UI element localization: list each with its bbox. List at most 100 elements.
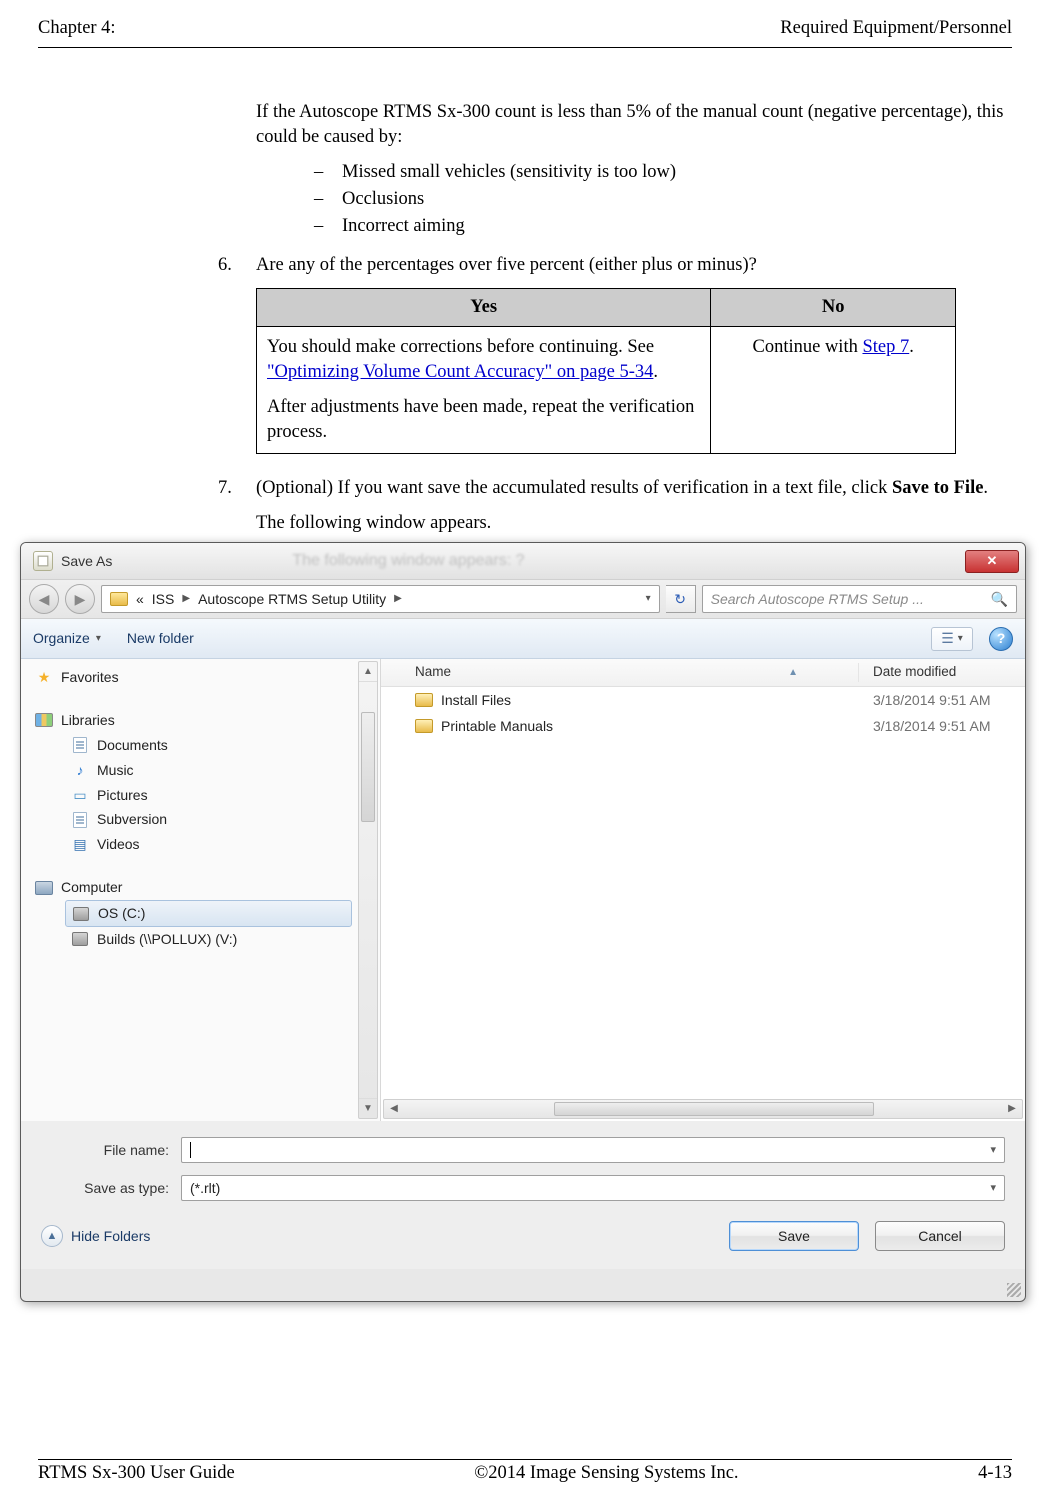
decision-table: Yes No You should make corrections befor…	[256, 288, 956, 454]
crumb-iss[interactable]: ISS	[152, 590, 175, 609]
breadcrumb[interactable]: « ISS ▶ Autoscope RTMS Setup Utility ▶ ▾	[101, 585, 660, 613]
address-bar: ◀ ▶ « ISS ▶ Autoscope RTMS Setup Utility…	[21, 579, 1025, 619]
header-left: Chapter 4:	[38, 16, 116, 41]
close-button[interactable]: ✕	[965, 550, 1019, 573]
nav-tree[interactable]: ★ Favorites Libraries Documents ♪Music ▭…	[21, 659, 381, 1121]
nav-back-button[interactable]: ◀	[29, 584, 59, 614]
chevron-down-icon: ▾	[96, 632, 101, 646]
tree-videos[interactable]: ▤Videos	[21, 832, 380, 857]
tree-music[interactable]: ♪Music	[21, 758, 380, 783]
videos-icon: ▤	[71, 837, 89, 853]
window-title: Save As	[61, 552, 112, 571]
intro-paragraph: If the Autoscope RTMS Sx-300 count is le…	[256, 100, 1012, 150]
save-button[interactable]: Save	[729, 1221, 859, 1251]
new-folder-button[interactable]: New folder	[127, 629, 194, 648]
save-fields: File name: ▾ Save as type: (*.rlt) ▾	[21, 1121, 1025, 1211]
sort-ascending-icon: ▲	[788, 666, 798, 680]
document-icon	[73, 737, 87, 753]
step-number: 6.	[218, 253, 256, 278]
refresh-button[interactable]: ↻	[666, 585, 696, 613]
chevron-down-icon[interactable]: ▾	[990, 1143, 996, 1158]
filename-label: File name:	[41, 1141, 181, 1160]
footer-left: RTMS Sx-300 User Guide	[38, 1461, 235, 1486]
step7-link[interactable]: Step 7	[862, 337, 909, 357]
search-icon: 🔍	[991, 590, 1008, 609]
col-name[interactable]: Name ▲	[381, 663, 859, 681]
th-no: No	[711, 288, 956, 326]
scroll-thumb[interactable]	[361, 712, 375, 822]
chevron-down-icon[interactable]: ▾	[646, 592, 651, 606]
cause-item: Incorrect aiming	[314, 214, 1012, 239]
optimizing-link[interactable]: "Optimizing Volume Count Accuracy" on pa…	[267, 362, 653, 382]
page-content: If the Autoscope RTMS Sx-300 count is le…	[38, 48, 1012, 536]
no-text-a: Continue with	[752, 337, 862, 357]
hide-folders-button[interactable]: ▲ Hide Folders	[41, 1225, 150, 1247]
tree-documents[interactable]: Documents	[21, 733, 380, 758]
computer-icon	[35, 881, 53, 895]
step-7: 7. (Optional) If you want save the accum…	[218, 476, 1012, 536]
th-yes: Yes	[257, 288, 711, 326]
tree-pictures[interactable]: ▭Pictures	[21, 783, 380, 808]
tree-favorites[interactable]: ★ Favorites	[21, 665, 380, 690]
file-list[interactable]: Name ▲ Date modified Install Files 3/18/…	[381, 659, 1025, 1121]
drive-icon	[73, 907, 89, 921]
pictures-icon: ▭	[71, 787, 89, 803]
step-number: 7.	[218, 476, 256, 501]
new-folder-label: New folder	[127, 629, 194, 648]
nav-forward-button[interactable]: ▶	[65, 584, 95, 614]
step-6: 6. Are any of the percentages over five …	[218, 253, 1012, 468]
document-icon	[73, 812, 87, 828]
titlebar[interactable]: Save As The following window appears: ? …	[21, 543, 1025, 579]
chevron-up-icon: ▲	[41, 1225, 63, 1247]
tree-subversion[interactable]: Subversion	[21, 807, 380, 832]
tree-libraries[interactable]: Libraries	[21, 708, 380, 733]
scroll-left-arrow[interactable]: ◀	[384, 1102, 404, 1116]
step7-a: (Optional) If you want save the accumula…	[256, 478, 892, 498]
crumb-utility[interactable]: Autoscope RTMS Setup Utility	[198, 590, 386, 609]
tree-builds[interactable]: Builds (\\POLLUX) (V:)	[21, 927, 380, 952]
music-icon: ♪	[71, 762, 89, 778]
page-header: Chapter 4: Required Equipment/Personnel	[38, 16, 1012, 41]
folder-icon	[415, 719, 433, 733]
cell-no: Continue with Step 7.	[711, 326, 956, 453]
save-as-dialog: Save As The following window appears: ? …	[20, 542, 1026, 1302]
scroll-up-arrow[interactable]: ▲	[359, 662, 377, 682]
chevron-down-icon[interactable]: ▾	[990, 1181, 996, 1196]
list-item[interactable]: Printable Manuals 3/18/2014 9:51 AM	[381, 713, 1025, 739]
organize-button[interactable]: Organize ▾	[33, 629, 101, 648]
resize-grip[interactable]	[1007, 1283, 1021, 1297]
col-date[interactable]: Date modified	[859, 663, 1025, 681]
scroll-thumb[interactable]	[554, 1102, 874, 1116]
file-icon	[33, 551, 53, 571]
search-input[interactable]: Search Autoscope RTMS Setup ... 🔍	[702, 585, 1017, 613]
cause-list: Missed small vehicles (sensitivity is to…	[256, 160, 1012, 239]
footer-right: 4-13	[978, 1461, 1012, 1486]
tree-os-c[interactable]: OS (C:)	[65, 900, 352, 927]
favorites-label: Favorites	[61, 668, 119, 687]
view-icon: ☰	[941, 629, 954, 648]
no-text-b: .	[909, 337, 914, 357]
button-bar: ▲ Hide Folders Save Cancel	[21, 1211, 1025, 1269]
list-item[interactable]: Install Files 3/18/2014 9:51 AM	[381, 687, 1025, 713]
cell-yes: You should make corrections before conti…	[257, 326, 711, 453]
cancel-button[interactable]: Cancel	[875, 1221, 1005, 1251]
view-button[interactable]: ☰ ▾	[931, 627, 973, 651]
organize-label: Organize	[33, 629, 90, 648]
horizontal-scrollbar[interactable]: ◀ ▶	[383, 1099, 1023, 1119]
tree-computer[interactable]: Computer	[21, 875, 380, 900]
explorer-panes: ★ Favorites Libraries Documents ♪Music ▭…	[21, 659, 1025, 1121]
search-placeholder: Search Autoscope RTMS Setup ...	[711, 590, 924, 609]
title-overlay-text: The following window appears: ?	[292, 550, 524, 572]
tree-scrollbar[interactable]: ▲ ▼	[358, 661, 378, 1119]
help-button[interactable]: ?	[989, 627, 1013, 651]
filetype-field[interactable]: (*.rlt) ▾	[181, 1175, 1005, 1201]
save-as-dialog-region: Save As The following window appears: ? …	[20, 542, 1026, 1302]
list-header[interactable]: Name ▲ Date modified	[381, 659, 1025, 687]
step7-c: .	[983, 478, 988, 498]
scroll-right-arrow[interactable]: ▶	[1002, 1102, 1022, 1116]
filename-field[interactable]: ▾	[181, 1137, 1005, 1163]
scroll-down-arrow[interactable]: ▼	[359, 1098, 377, 1118]
toolbar: Organize ▾ New folder ☰ ▾ ?	[21, 619, 1025, 659]
yes-text-b: .	[653, 362, 658, 382]
footer-rule	[38, 1459, 1012, 1460]
